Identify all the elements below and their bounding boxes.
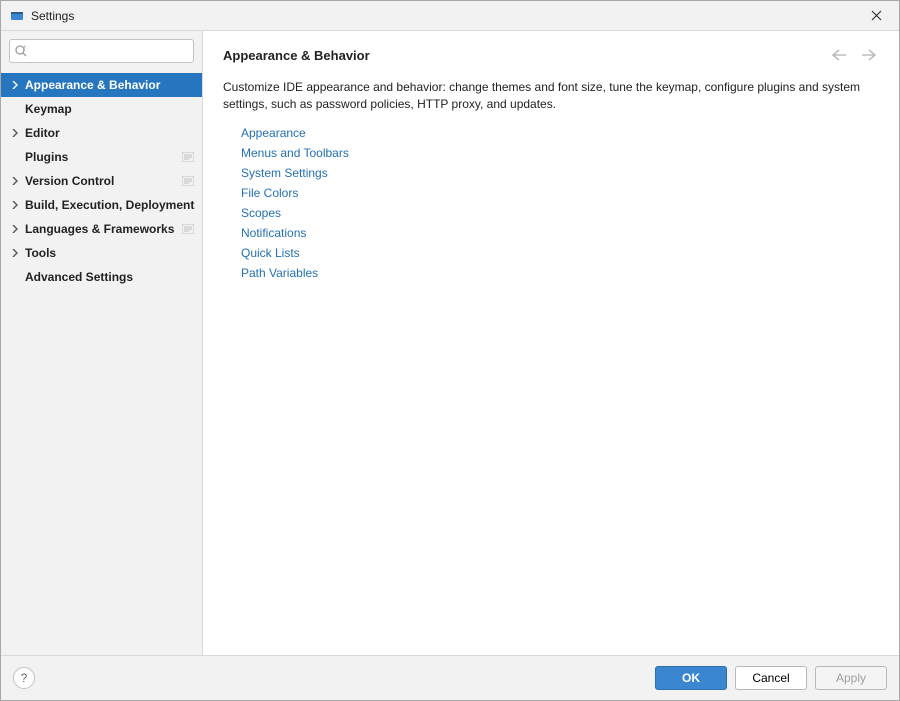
sidebar-item-label: Keymap [25,102,196,116]
sidebar-item-plugins[interactable]: Plugins [1,145,202,169]
link-path-variables[interactable]: Path Variables [241,263,879,283]
chevron-right-icon [9,247,21,259]
sidebar-item-label: Build, Execution, Deployment [25,198,196,212]
sidebar-item-version-control[interactable]: Version Control [1,169,202,193]
apply-button[interactable]: Apply [815,666,887,690]
window-title: Settings [31,9,74,23]
sidebar-item-tools[interactable]: Tools [1,241,202,265]
search-icon: + [14,44,28,58]
sidebar-item-label: Editor [25,126,196,140]
sidebar-item-label: Languages & Frameworks [25,222,182,236]
project-badge-icon [182,223,196,235]
svg-text:+: + [23,45,27,51]
sidebar-item-label: Advanced Settings [25,270,196,284]
link-notifications[interactable]: Notifications [241,223,879,243]
cancel-button[interactable]: Cancel [735,666,807,690]
sidebar-item-appearance-behavior[interactable]: Appearance & Behavior [1,73,202,97]
nav-forward-button[interactable] [859,45,879,65]
chevron-right-icon [9,199,21,211]
sidebar-item-label: Version Control [25,174,182,188]
footer: ? OK Cancel Apply [1,656,899,700]
page-description: Customize IDE appearance and behavior: c… [223,79,863,113]
link-menus-toolbars[interactable]: Menus and Toolbars [241,143,879,163]
sidebar-item-keymap[interactable]: Keymap [1,97,202,121]
close-button[interactable] [861,1,891,31]
search-field[interactable]: + [9,39,194,63]
link-quick-lists[interactable]: Quick Lists [241,243,879,263]
chevron-right-icon [9,79,21,91]
sub-links: Appearance Menus and Toolbars System Set… [241,123,879,283]
sidebar-item-label: Tools [25,246,196,260]
sidebar-item-languages-frameworks[interactable]: Languages & Frameworks [1,217,202,241]
sidebar-item-label: Appearance & Behavior [25,78,196,92]
app-icon [9,8,25,24]
help-button[interactable]: ? [13,667,35,689]
chevron-right-icon [9,223,21,235]
sidebar-item-build-execution-deployment[interactable]: Build, Execution, Deployment [1,193,202,217]
sidebar: + Appearance & Behavior Keymap Editor [1,31,203,655]
main-panel: Appearance & Behavior Customize IDE appe… [203,31,899,655]
link-appearance[interactable]: Appearance [241,123,879,143]
page-title: Appearance & Behavior [223,48,370,63]
link-system-settings[interactable]: System Settings [241,163,879,183]
chevron-right-icon [9,175,21,187]
sidebar-item-editor[interactable]: Editor [1,121,202,145]
link-file-colors[interactable]: File Colors [241,183,879,203]
titlebar: Settings [1,1,899,31]
sidebar-item-label: Plugins [25,150,182,164]
link-scopes[interactable]: Scopes [241,203,879,223]
chevron-right-icon [9,127,21,139]
nav-back-button[interactable] [829,45,849,65]
project-badge-icon [182,151,196,163]
project-badge-icon [182,175,196,187]
search-input[interactable] [30,44,189,58]
settings-tree: Appearance & Behavior Keymap Editor Plug… [1,71,202,289]
ok-button[interactable]: OK [655,666,727,690]
sidebar-item-advanced-settings[interactable]: Advanced Settings [1,265,202,289]
